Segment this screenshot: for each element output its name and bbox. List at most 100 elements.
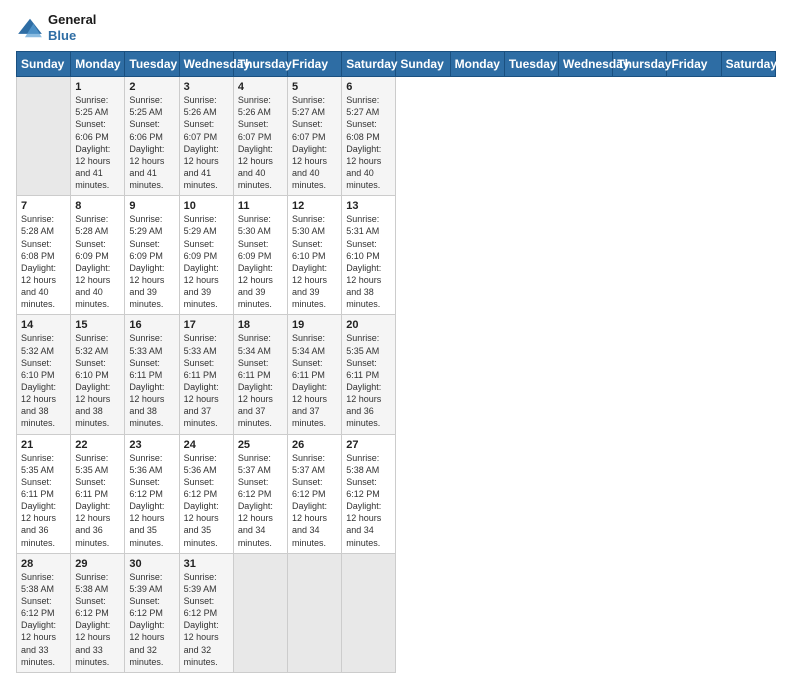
calendar-cell: 14Sunrise: 5:32 AMSunset: 6:10 PMDayligh… bbox=[17, 315, 71, 434]
cell-details: Sunrise: 5:26 AMSunset: 6:07 PMDaylight:… bbox=[184, 94, 229, 191]
calendar-week-row: 7Sunrise: 5:28 AMSunset: 6:08 PMDaylight… bbox=[17, 196, 776, 315]
calendar-cell: 28Sunrise: 5:38 AMSunset: 6:12 PMDayligh… bbox=[17, 553, 71, 672]
cell-details: Sunrise: 5:25 AMSunset: 6:06 PMDaylight:… bbox=[129, 94, 174, 191]
day-number: 8 bbox=[75, 200, 120, 212]
weekday-header: Friday bbox=[667, 52, 721, 77]
calendar-cell: 30Sunrise: 5:39 AMSunset: 6:12 PMDayligh… bbox=[125, 553, 179, 672]
weekday-header: Wednesday bbox=[559, 52, 613, 77]
day-number: 5 bbox=[292, 81, 337, 93]
cell-details: Sunrise: 5:26 AMSunset: 6:07 PMDaylight:… bbox=[238, 94, 283, 191]
calendar-cell: 8Sunrise: 5:28 AMSunset: 6:09 PMDaylight… bbox=[71, 196, 125, 315]
weekday-header: Monday bbox=[71, 52, 125, 77]
day-number: 10 bbox=[184, 200, 229, 212]
calendar-cell: 10Sunrise: 5:29 AMSunset: 6:09 PMDayligh… bbox=[179, 196, 233, 315]
calendar-cell: 11Sunrise: 5:30 AMSunset: 6:09 PMDayligh… bbox=[233, 196, 287, 315]
day-number: 21 bbox=[21, 439, 66, 451]
cell-details: Sunrise: 5:35 AMSunset: 6:11 PMDaylight:… bbox=[21, 452, 66, 549]
day-number: 23 bbox=[129, 439, 174, 451]
calendar-cell: 6Sunrise: 5:27 AMSunset: 6:08 PMDaylight… bbox=[342, 77, 396, 196]
weekday-header: Saturday bbox=[342, 52, 396, 77]
day-number: 6 bbox=[346, 81, 391, 93]
day-number: 27 bbox=[346, 439, 391, 451]
cell-details: Sunrise: 5:27 AMSunset: 6:07 PMDaylight:… bbox=[292, 94, 337, 191]
cell-details: Sunrise: 5:36 AMSunset: 6:12 PMDaylight:… bbox=[184, 452, 229, 549]
day-number: 26 bbox=[292, 439, 337, 451]
calendar-cell bbox=[17, 77, 71, 196]
day-number: 1 bbox=[75, 81, 120, 93]
cell-details: Sunrise: 5:27 AMSunset: 6:08 PMDaylight:… bbox=[346, 94, 391, 191]
calendar-cell: 24Sunrise: 5:36 AMSunset: 6:12 PMDayligh… bbox=[179, 434, 233, 553]
calendar-cell: 22Sunrise: 5:35 AMSunset: 6:11 PMDayligh… bbox=[71, 434, 125, 553]
cell-details: Sunrise: 5:35 AMSunset: 6:11 PMDaylight:… bbox=[346, 332, 391, 429]
calendar-cell: 23Sunrise: 5:36 AMSunset: 6:12 PMDayligh… bbox=[125, 434, 179, 553]
calendar-cell: 31Sunrise: 5:39 AMSunset: 6:12 PMDayligh… bbox=[179, 553, 233, 672]
day-number: 11 bbox=[238, 200, 283, 212]
day-number: 7 bbox=[21, 200, 66, 212]
cell-details: Sunrise: 5:28 AMSunset: 6:08 PMDaylight:… bbox=[21, 213, 66, 310]
day-number: 24 bbox=[184, 439, 229, 451]
calendar-cell bbox=[233, 553, 287, 672]
calendar-table: SundayMondayTuesdayWednesdayThursdayFrid… bbox=[16, 51, 776, 673]
calendar-cell: 18Sunrise: 5:34 AMSunset: 6:11 PMDayligh… bbox=[233, 315, 287, 434]
calendar-cell: 16Sunrise: 5:33 AMSunset: 6:11 PMDayligh… bbox=[125, 315, 179, 434]
weekday-header: Wednesday bbox=[179, 52, 233, 77]
calendar-cell: 25Sunrise: 5:37 AMSunset: 6:12 PMDayligh… bbox=[233, 434, 287, 553]
cell-details: Sunrise: 5:37 AMSunset: 6:12 PMDaylight:… bbox=[292, 452, 337, 549]
day-number: 2 bbox=[129, 81, 174, 93]
calendar-cell bbox=[288, 553, 342, 672]
calendar-cell: 19Sunrise: 5:34 AMSunset: 6:11 PMDayligh… bbox=[288, 315, 342, 434]
header: General Blue bbox=[16, 12, 776, 43]
page-container: General Blue SundayMondayTuesdayWednesda… bbox=[0, 0, 792, 681]
weekday-header: Saturday bbox=[721, 52, 775, 77]
cell-details: Sunrise: 5:35 AMSunset: 6:11 PMDaylight:… bbox=[75, 452, 120, 549]
cell-details: Sunrise: 5:28 AMSunset: 6:09 PMDaylight:… bbox=[75, 213, 120, 310]
calendar-week-row: 14Sunrise: 5:32 AMSunset: 6:10 PMDayligh… bbox=[17, 315, 776, 434]
cell-details: Sunrise: 5:37 AMSunset: 6:12 PMDaylight:… bbox=[238, 452, 283, 549]
day-number: 30 bbox=[129, 558, 174, 570]
day-number: 15 bbox=[75, 319, 120, 331]
cell-details: Sunrise: 5:32 AMSunset: 6:10 PMDaylight:… bbox=[21, 332, 66, 429]
cell-details: Sunrise: 5:33 AMSunset: 6:11 PMDaylight:… bbox=[129, 332, 174, 429]
cell-details: Sunrise: 5:32 AMSunset: 6:10 PMDaylight:… bbox=[75, 332, 120, 429]
cell-details: Sunrise: 5:30 AMSunset: 6:10 PMDaylight:… bbox=[292, 213, 337, 310]
calendar-cell: 9Sunrise: 5:29 AMSunset: 6:09 PMDaylight… bbox=[125, 196, 179, 315]
calendar-cell: 7Sunrise: 5:28 AMSunset: 6:08 PMDaylight… bbox=[17, 196, 71, 315]
day-number: 22 bbox=[75, 439, 120, 451]
weekday-header: Tuesday bbox=[504, 52, 558, 77]
calendar-cell bbox=[342, 553, 396, 672]
logo: General Blue bbox=[16, 12, 96, 43]
day-number: 25 bbox=[238, 439, 283, 451]
cell-details: Sunrise: 5:34 AMSunset: 6:11 PMDaylight:… bbox=[238, 332, 283, 429]
calendar-week-row: 1 Sunrise: 5:25 AMSunset: 6:06 PMDaylight… bbox=[17, 77, 776, 196]
calendar-cell: 27Sunrise: 5:38 AMSunset: 6:12 PMDayligh… bbox=[342, 434, 396, 553]
weekday-header: Thursday bbox=[233, 52, 287, 77]
calendar-cell: 4Sunrise: 5:26 AMSunset: 6:07 PMDaylight… bbox=[233, 77, 287, 196]
calendar-cell: 13Sunrise: 5:31 AMSunset: 6:10 PMDayligh… bbox=[342, 196, 396, 315]
weekday-header: Sunday bbox=[396, 52, 450, 77]
day-number: 20 bbox=[346, 319, 391, 331]
calendar-cell: 29Sunrise: 5:38 AMSunset: 6:12 PMDayligh… bbox=[71, 553, 125, 672]
logo-text: General Blue bbox=[48, 12, 96, 43]
calendar-cell: 5Sunrise: 5:27 AMSunset: 6:07 PMDaylight… bbox=[288, 77, 342, 196]
cell-details: Sunrise: 5:29 AMSunset: 6:09 PMDaylight:… bbox=[184, 213, 229, 310]
calendar-cell: 1Sunrise: 5:25 AMSunset: 6:06 PMDaylight… bbox=[71, 77, 125, 196]
day-number: 16 bbox=[129, 319, 174, 331]
day-number: 14 bbox=[21, 319, 66, 331]
calendar-cell: 20Sunrise: 5:35 AMSunset: 6:11 PMDayligh… bbox=[342, 315, 396, 434]
calendar-cell: 3Sunrise: 5:26 AMSunset: 6:07 PMDaylight… bbox=[179, 77, 233, 196]
day-number: 3 bbox=[184, 81, 229, 93]
cell-details: Sunrise: 5:39 AMSunset: 6:12 PMDaylight:… bbox=[184, 571, 229, 668]
cell-details: Sunrise: 5:33 AMSunset: 6:11 PMDaylight:… bbox=[184, 332, 229, 429]
cell-details: Sunrise: 5:34 AMSunset: 6:11 PMDaylight:… bbox=[292, 332, 337, 429]
logo-icon bbox=[16, 17, 44, 39]
cell-details: Sunrise: 5:39 AMSunset: 6:12 PMDaylight:… bbox=[129, 571, 174, 668]
day-number: 28 bbox=[21, 558, 66, 570]
calendar-cell: 21Sunrise: 5:35 AMSunset: 6:11 PMDayligh… bbox=[17, 434, 71, 553]
weekday-header: Sunday bbox=[17, 52, 71, 77]
day-number: 13 bbox=[346, 200, 391, 212]
calendar-week-row: 28Sunrise: 5:38 AMSunset: 6:12 PMDayligh… bbox=[17, 553, 776, 672]
cell-details: Sunrise: 5:29 AMSunset: 6:09 PMDaylight:… bbox=[129, 213, 174, 310]
day-number: 18 bbox=[238, 319, 283, 331]
calendar-cell: 17Sunrise: 5:33 AMSunset: 6:11 PMDayligh… bbox=[179, 315, 233, 434]
day-number: 9 bbox=[129, 200, 174, 212]
